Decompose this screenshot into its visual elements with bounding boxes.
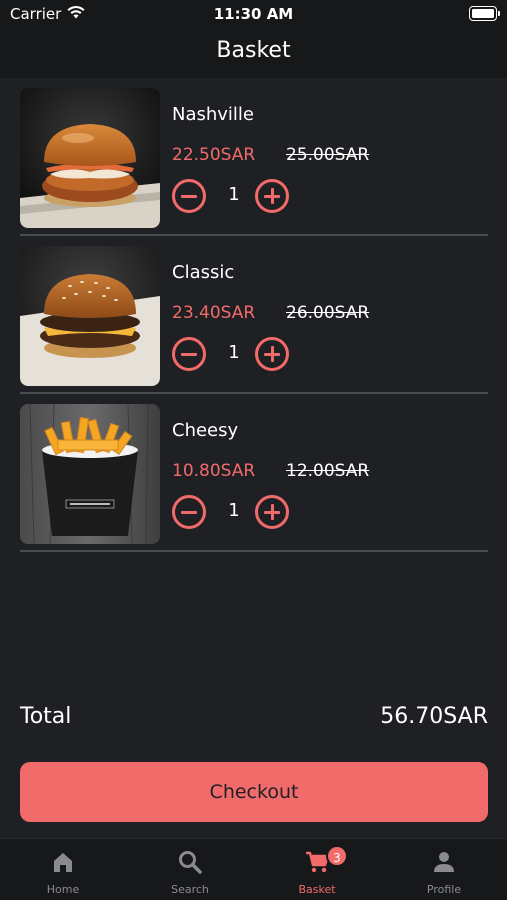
quantity-value: 1 xyxy=(228,500,240,521)
tab-search[interactable]: Search xyxy=(127,839,253,900)
status-time: 11:30 AM xyxy=(213,5,294,23)
item-name: Cheesy xyxy=(172,420,239,441)
basket-item: Nashville 22.50SAR 25.00SAR 1 xyxy=(20,86,488,236)
tab-home[interactable]: Home xyxy=(0,839,126,900)
tab-label: Search xyxy=(171,883,209,896)
increase-quantity-button[interactable] xyxy=(255,179,289,213)
item-old-price: 25.00SAR xyxy=(286,145,370,165)
basket-item: Classic 23.40SAR 26.00SAR 1 xyxy=(20,244,488,394)
battery-icon xyxy=(469,6,500,21)
item-price: 22.50SAR xyxy=(172,145,256,165)
item-name: Nashville xyxy=(172,104,255,125)
plus-icon-vertical xyxy=(270,346,274,362)
quantity-stepper: 1 xyxy=(172,337,292,373)
minus-icon xyxy=(181,511,197,514)
tab-label: Home xyxy=(46,883,80,896)
checkout-button[interactable]: Checkout xyxy=(20,762,488,822)
decrease-quantity-button[interactable] xyxy=(172,495,206,529)
item-old-price: 26.00SAR xyxy=(286,303,370,323)
increase-quantity-button[interactable] xyxy=(255,337,289,371)
item-image xyxy=(20,88,160,228)
item-name: Classic xyxy=(172,262,235,283)
item-image xyxy=(20,246,160,386)
header: Basket xyxy=(0,28,507,78)
quantity-stepper: 1 xyxy=(172,179,292,215)
tab-label: Basket xyxy=(298,883,336,896)
item-price: 10.80SAR xyxy=(172,461,256,481)
search-icon xyxy=(177,849,203,875)
quantity-value: 1 xyxy=(228,342,240,363)
plus-icon-vertical xyxy=(270,504,274,520)
basket-list: Nashville 22.50SAR 25.00SAR 1 Classic 23… xyxy=(20,86,488,552)
page-title: Basket xyxy=(216,38,291,63)
home-icon xyxy=(50,849,76,875)
total-value: 56.70SAR xyxy=(380,704,488,729)
decrease-quantity-button[interactable] xyxy=(172,179,206,213)
quantity-value: 1 xyxy=(228,184,240,205)
status-bar: Carrier 11:30 AM xyxy=(0,0,507,28)
item-price: 23.40SAR xyxy=(172,303,256,323)
tab-basket[interactable]: 3 Basket xyxy=(254,839,380,900)
tab-profile[interactable]: Profile xyxy=(381,839,507,900)
minus-icon xyxy=(181,195,197,198)
tab-label: Profile xyxy=(426,883,462,896)
total-label: Total xyxy=(20,704,72,729)
tab-bar: Home Search 3 Basket Profile xyxy=(0,838,507,900)
item-old-price: 12.00SAR xyxy=(286,461,370,481)
person-icon xyxy=(431,849,457,875)
item-image xyxy=(20,404,160,544)
plus-icon-vertical xyxy=(270,188,274,204)
total-row: Total 56.70SAR xyxy=(20,704,488,736)
minus-icon xyxy=(181,353,197,356)
quantity-stepper: 1 xyxy=(172,495,292,531)
cart-count-badge: 3 xyxy=(326,845,348,867)
decrease-quantity-button[interactable] xyxy=(172,337,206,371)
increase-quantity-button[interactable] xyxy=(255,495,289,529)
basket-item: Cheesy 10.80SAR 12.00SAR 1 xyxy=(20,402,488,552)
